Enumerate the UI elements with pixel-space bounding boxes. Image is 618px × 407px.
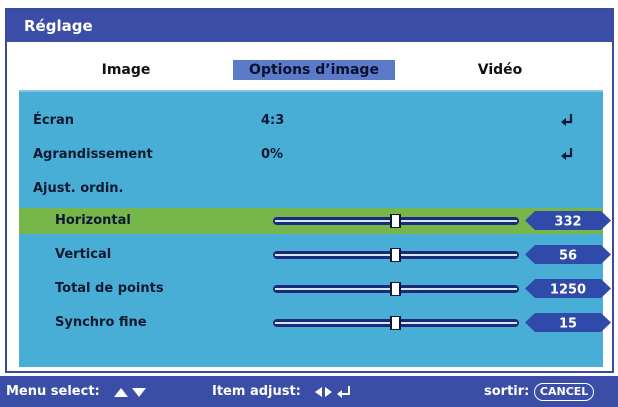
tab-image[interactable]: Image	[71, 60, 181, 80]
value-badge: 56	[525, 245, 611, 264]
slider-value: 1250	[550, 283, 586, 298]
setting-row-agrandissement[interactable]: Agrandissement 0%	[19, 142, 603, 168]
slider-row-total-de-points[interactable]: Total de points 1250	[19, 276, 611, 302]
help-bar: Menu select: Item adjust: sortir: CANCEL	[0, 376, 618, 407]
slider-track[interactable]	[273, 214, 519, 228]
menu-select-hint: Menu select:	[6, 376, 152, 407]
slider-track[interactable]	[273, 282, 519, 296]
menu-select-label: Menu select:	[6, 384, 100, 399]
tab-video[interactable]: Vidéo	[455, 60, 545, 80]
slider-label: Synchro fine	[55, 315, 147, 330]
section-label: Ajust. ordin.	[33, 181, 124, 196]
item-adjust-hint: Item adjust:	[212, 376, 353, 407]
slider-label: Total de points	[55, 281, 164, 296]
window-title: Réglage	[7, 10, 612, 42]
setting-row-ecran[interactable]: Écran 4:3	[19, 108, 603, 134]
value-badge: 15	[525, 313, 611, 332]
slider-value: 56	[559, 249, 577, 264]
setting-label: Écran	[33, 113, 75, 128]
enter-icon[interactable]	[559, 146, 575, 162]
cancel-key: CANCEL	[533, 382, 595, 401]
slider-track[interactable]	[273, 248, 519, 262]
slider-row-vertical[interactable]: Vertical 56	[19, 242, 611, 268]
sortir-hint: sortir: CANCEL	[484, 376, 595, 407]
setting-value: 4:3	[261, 113, 285, 128]
slider-label: Horizontal	[55, 213, 131, 228]
slider-row-synchro-fine[interactable]: Synchro fine 15	[19, 310, 611, 336]
up-down-arrows-icon	[114, 387, 147, 397]
sortir-label: sortir:	[484, 384, 530, 399]
value-badge: 1250	[525, 279, 611, 298]
setting-label: Agrandissement	[33, 147, 153, 162]
slider-label: Vertical	[55, 247, 112, 262]
setting-value: 0%	[261, 147, 284, 162]
section-heading-ajust: Ajust. ordin.	[19, 176, 603, 202]
settings-window: Réglage Image Options d’image Vidéo Écra…	[5, 8, 614, 373]
slider-value: 15	[559, 317, 577, 332]
tab-bar: Image Options d’image Vidéo	[7, 50, 612, 80]
slider-row-horizontal[interactable]: Horizontal 332	[19, 208, 611, 234]
item-adjust-label: Item adjust:	[212, 384, 301, 399]
left-right-enter-icon	[315, 385, 351, 398]
settings-panel: Écran 4:3 Agrandissement 0% Ajust. ordin…	[19, 90, 611, 367]
tab-options-image[interactable]: Options d’image	[233, 60, 395, 80]
value-badge: 332	[525, 211, 611, 230]
slider-value: 332	[554, 215, 581, 230]
enter-icon[interactable]	[559, 112, 575, 128]
slider-track[interactable]	[273, 316, 519, 330]
